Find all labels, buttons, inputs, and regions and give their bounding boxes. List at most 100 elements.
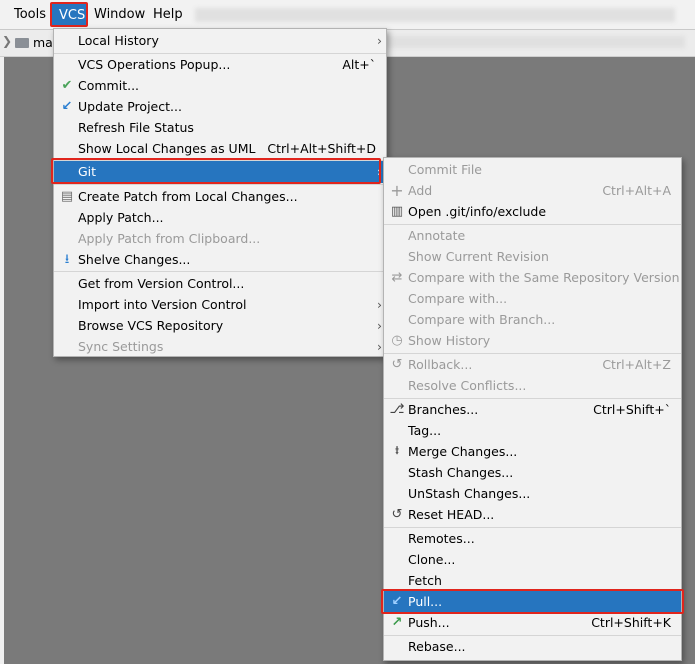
menu-item-label: Apply Patch from Clipboard... — [78, 231, 261, 246]
vcs-menu: Local History › VCS Operations Popup... … — [53, 28, 387, 357]
menu-item-import-into-vcs[interactable]: Import into Version Control › — [54, 294, 386, 315]
menu-item-label: Reset HEAD... — [408, 507, 495, 522]
menu-item-update-project[interactable]: ↙ Update Project... — [54, 96, 386, 117]
menu-item-label: Resolve Conflicts... — [408, 378, 527, 393]
menu-item-remotes[interactable]: Remotes... — [384, 528, 681, 549]
blurred-breadcrumb — [385, 36, 685, 48]
menu-item-refresh-file-status[interactable]: Refresh File Status — [54, 117, 386, 138]
menu-item-label: Compare with Branch... — [408, 312, 556, 327]
menu-item-label: Annotate — [408, 228, 466, 243]
menu-item-vcs-operations-popup[interactable]: VCS Operations Popup... Alt+` — [54, 54, 386, 75]
menu-item-label: Show Local Changes as UML — [78, 141, 256, 156]
menu-item-label: Local History — [78, 33, 159, 48]
menu-item-show-current-revision[interactable]: Show Current Revision — [384, 246, 681, 267]
reset-icon: ↺ — [391, 507, 403, 522]
menu-item-label: Remotes... — [408, 531, 475, 546]
menu-item-label: Tag... — [408, 423, 442, 438]
folder-icon — [15, 38, 29, 48]
menu-item-sync-settings[interactable]: Sync Settings › — [54, 336, 386, 357]
menu-item-label: Branches... — [408, 402, 479, 417]
menu-item-shelve-changes[interactable]: ⭳ Shelve Changes... — [54, 249, 386, 270]
menu-item-label: Compare with the Same Repository Version — [408, 270, 680, 285]
menu-item-add[interactable]: + Add Ctrl+Alt+A — [384, 180, 681, 201]
menu-item-compare-same-repo[interactable]: ⇄ Compare with the Same Repository Versi… — [384, 267, 681, 288]
menu-item-label: Stash Changes... — [408, 465, 514, 480]
compare-icon: ⇄ — [391, 270, 403, 285]
history-icon: ◷ — [391, 333, 403, 348]
menu-item-label: Shelve Changes... — [78, 252, 191, 267]
plus-icon: + — [390, 181, 404, 200]
menu-item-label: Update Project... — [78, 99, 182, 114]
submenu-arrow-icon: › — [377, 318, 382, 333]
file-icon: ▥ — [390, 204, 404, 219]
check-icon: ✔ — [61, 78, 73, 93]
submenu-arrow-icon: › — [377, 33, 382, 48]
menu-item-show-history[interactable]: ◷ Show History — [384, 330, 681, 351]
menu-item-label: Show History — [408, 333, 491, 348]
menu-item-label: Compare with... — [408, 291, 508, 306]
menu-item-label: Rebase... — [408, 639, 466, 654]
menu-item-label: Add — [408, 183, 433, 198]
menu-item-compare-with[interactable]: Compare with... — [384, 288, 681, 309]
menu-item-clone[interactable]: Clone... — [384, 549, 681, 570]
menu-item-label: Import into Version Control — [78, 297, 247, 312]
menu-vcs[interactable]: VCS — [50, 2, 88, 27]
menu-item-branches[interactable]: ⎇ Branches... Ctrl+Shift+` — [384, 399, 681, 420]
patch-icon: ▤ — [60, 189, 74, 204]
menu-item-commit[interactable]: ✔ Commit... — [54, 75, 386, 96]
menu-item-merge-changes[interactable]: ⭽ Merge Changes... — [384, 441, 681, 462]
menu-tools[interactable]: Tools — [14, 6, 46, 24]
menu-item-tag[interactable]: Tag... — [384, 420, 681, 441]
chevron-right-icon: ❯ — [2, 34, 13, 48]
menu-item-label: Commit... — [78, 78, 140, 93]
shelve-icon: ⭳ — [64, 252, 70, 267]
merge-icon: ⭽ — [394, 444, 400, 459]
menu-item-local-history[interactable]: Local History › — [54, 30, 386, 51]
menu-item-apply-patch[interactable]: Apply Patch... — [54, 207, 386, 228]
menu-item-rollback[interactable]: ↺ Rollback... Ctrl+Alt+Z — [384, 354, 681, 375]
submenu-arrow-icon: › — [377, 339, 382, 354]
menu-item-open-git-exclude[interactable]: ▥ Open .git/info/exclude — [384, 201, 681, 222]
menu-item-label: Refresh File Status — [78, 120, 194, 135]
separator — [54, 271, 386, 272]
menu-item-get-from-vcs[interactable]: Get from Version Control... — [54, 273, 386, 294]
git-highlight-box — [51, 158, 381, 184]
rollback-icon: ↺ — [391, 357, 403, 372]
menu-item-show-local-changes-uml[interactable]: Show Local Changes as UML Ctrl+Alt+Shift… — [54, 138, 386, 159]
menu-item-shortcut: Ctrl+Alt+A — [602, 183, 671, 198]
menu-item-label: Open .git/info/exclude — [408, 204, 547, 219]
menu-item-label: Fetch — [408, 573, 442, 588]
menu-help[interactable]: Help — [153, 6, 183, 24]
menu-item-label: Merge Changes... — [408, 444, 518, 459]
menu-window[interactable]: Window — [94, 6, 145, 24]
menu-item-label: Rollback... — [408, 357, 473, 372]
menu-item-label: UnStash Changes... — [408, 486, 531, 501]
push-icon: ↗ — [391, 615, 403, 630]
menu-item-annotate[interactable]: Annotate — [384, 225, 681, 246]
menu-item-shortcut: Alt+` — [342, 57, 376, 72]
menu-item-push[interactable]: ↗ Push... Ctrl+Shift+K — [384, 612, 681, 633]
menu-item-label: Push... — [408, 615, 450, 630]
menu-item-fetch[interactable]: Fetch — [384, 570, 681, 591]
menu-item-label: Browse VCS Repository — [78, 318, 224, 333]
menu-item-shortcut: Ctrl+Alt+Z — [602, 357, 671, 372]
menu-item-commit-file[interactable]: Commit File — [384, 159, 681, 180]
menu-item-rebase[interactable]: Rebase... — [384, 636, 681, 657]
breadcrumb[interactable]: ma — [33, 35, 53, 50]
menu-item-shortcut: Ctrl+Alt+Shift+D — [267, 141, 376, 156]
menu-item-create-patch[interactable]: ▤ Create Patch from Local Changes... — [54, 186, 386, 207]
menu-item-browse-vcs-repository[interactable]: Browse VCS Repository › — [54, 315, 386, 336]
menu-item-apply-patch-clipboard[interactable]: Apply Patch from Clipboard... — [54, 228, 386, 249]
menu-item-stash-changes[interactable]: Stash Changes... — [384, 462, 681, 483]
tool-window-strip — [0, 57, 4, 664]
menu-item-label: Clone... — [408, 552, 456, 567]
menu-item-compare-with-branch[interactable]: Compare with Branch... — [384, 309, 681, 330]
menu-item-label: Create Patch from Local Changes... — [78, 189, 298, 204]
menu-bar: Tools VCS Window Help — [0, 0, 695, 30]
git-submenu: Commit File + Add Ctrl+Alt+A ▥ Open .git… — [383, 157, 682, 661]
menu-item-resolve-conflicts[interactable]: Resolve Conflicts... — [384, 375, 681, 396]
menu-item-reset-head[interactable]: ↺ Reset HEAD... — [384, 504, 681, 525]
menu-item-unstash-changes[interactable]: UnStash Changes... — [384, 483, 681, 504]
submenu-arrow-icon: › — [377, 297, 382, 312]
menu-vcs-label: VCS — [59, 8, 86, 23]
